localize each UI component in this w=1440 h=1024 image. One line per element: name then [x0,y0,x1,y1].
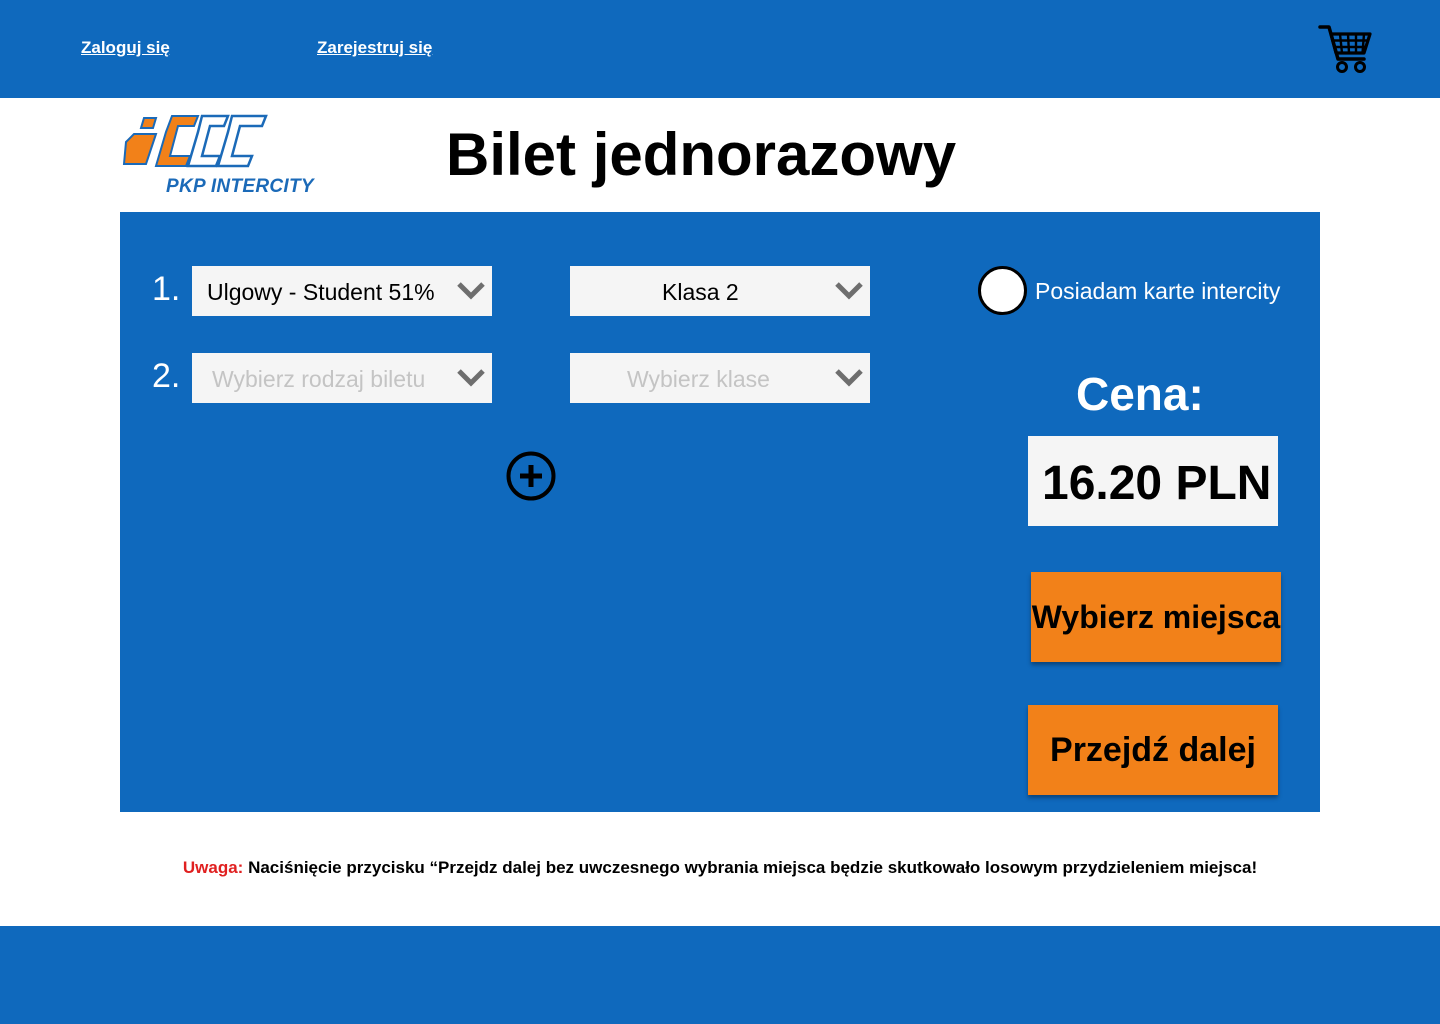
footer-bar [0,926,1440,1024]
ticket-number-1: 1. [152,270,181,308]
ticket-class-select-1[interactable]: Klasa 2 [570,266,870,316]
ticket-type-value: Ulgowy - Student 51% [207,279,435,305]
add-ticket-button[interactable] [505,450,557,502]
chevron-down-icon [835,282,863,300]
ticket-type-placeholder: Wybierz rodzaj biletu [212,366,426,392]
warning-label: Uwaga: [182,858,244,877]
ticket-type-select-2[interactable]: Wybierz rodzaj biletu [192,353,492,403]
chevron-down-icon [457,369,485,387]
plus-circle-icon [506,451,556,501]
chevron-down-icon [457,282,485,300]
ticket-class-placeholder: Wybierz klase [627,366,770,392]
choose-seats-button[interactable]: Wybierz miejsca [1031,572,1281,662]
logo-text: PKP INTERCITY [166,176,314,197]
price-label: Cena: [1076,368,1204,420]
ticket-class-select-2[interactable]: Wybierz klase [570,353,870,403]
price-box: 16.20 PLN [1028,436,1278,526]
seat-notice: Uwaga: Naciśnięcie przycisku “Przejdz da… [0,858,1440,878]
login-link[interactable]: Zaloguj się [81,38,170,58]
top-bar: Zaloguj się Zarejestruj się [0,0,1440,98]
notice-text: Naciśnięcie przycisku “Przejdz dalej bez… [248,858,1258,877]
ticket-number-2: 2. [152,357,181,395]
chevron-down-icon [835,369,863,387]
price-value: 16.20 PLN [1042,457,1272,510]
intercity-logo[interactable]: PKP INTERCITY [120,112,330,200]
register-link[interactable]: Zarejestruj się [317,38,432,58]
ticket-panel: 1. Ulgowy - Student 51% Klasa 2 2. Wybie… [120,212,1320,812]
intercity-card-radio[interactable] [978,266,1027,315]
ticket-class-value: Klasa 2 [662,279,739,305]
proceed-button[interactable]: Przejdź dalej [1028,705,1278,795]
shopping-cart-icon[interactable] [1318,22,1374,76]
intercity-card-label: Posiadam karte intercity [1035,278,1281,304]
page-title: Bilet jednorazowy [446,121,957,188]
ticket-type-select-1[interactable]: Ulgowy - Student 51% [192,266,492,316]
